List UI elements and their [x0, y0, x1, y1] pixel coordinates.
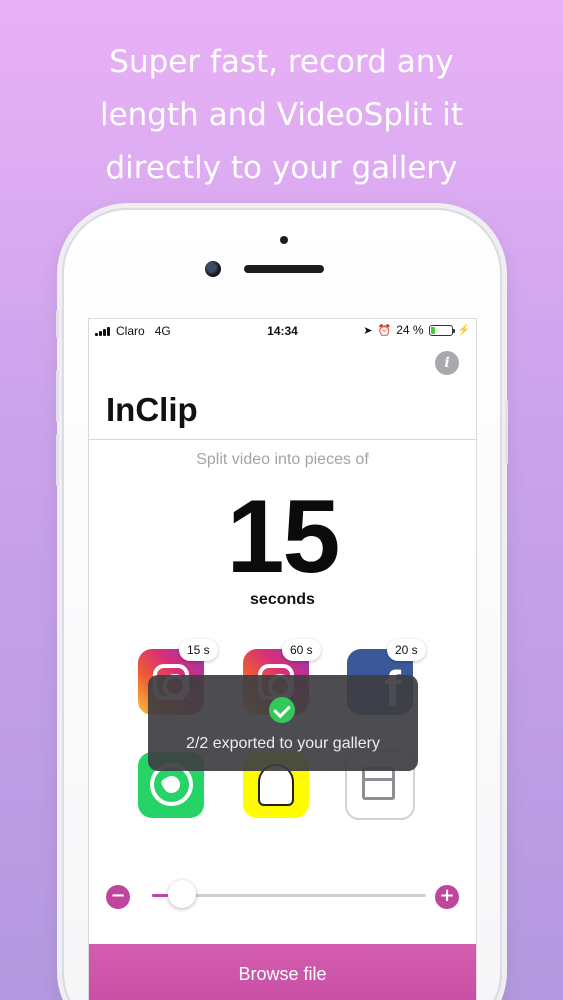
decrease-button[interactable]: − — [106, 885, 130, 909]
phone-power-button — [505, 400, 508, 464]
location-arrow-icon: ➤ — [363, 324, 373, 337]
status-right: ➤ ⏰ 24 % ⚡ — [363, 323, 470, 337]
front-camera-icon — [205, 261, 221, 277]
browse-file-button[interactable]: Browse file — [89, 944, 476, 1000]
toast-message: 2/2 exported to your gallery — [186, 735, 380, 752]
slider-fill — [152, 894, 169, 897]
duration-slider-thumb[interactable] — [168, 880, 197, 908]
duration-badge: 15 s — [179, 639, 218, 661]
duration-unit: seconds — [250, 591, 315, 608]
duration-badge: 20 s — [387, 639, 426, 661]
battery-icon — [428, 324, 455, 336]
duration-value: 15 — [226, 479, 341, 595]
alarm-clock-icon: ⏰ — [377, 324, 392, 337]
checkmark-icon — [269, 697, 295, 723]
charging-bolt-icon: ⚡ — [457, 324, 470, 336]
promo-headline: Super fast, record any length and VideoS… — [99, 44, 464, 186]
status-bar: Claro 4G 14:34 ➤ ⏰ 24 % ⚡ — [89, 319, 476, 341]
app-screen: Claro 4G 14:34 ➤ ⏰ 24 % ⚡ i InClip Split… — [88, 318, 477, 1000]
phone-side-button — [56, 310, 59, 338]
earpiece-speaker — [244, 265, 324, 273]
export-toast: 2/2 exported to your gallery — [148, 675, 418, 771]
duration-badge: 60 s — [282, 639, 321, 661]
phone-volume-up — [56, 370, 59, 422]
split-subtitle: Split video into pieces of — [196, 451, 369, 468]
phone-volume-down — [56, 434, 59, 486]
app-title: InClip — [106, 391, 198, 428]
info-icon[interactable]: i — [435, 351, 459, 375]
proximity-sensor — [280, 236, 288, 244]
battery-percent: 24 % — [396, 323, 424, 337]
header-divider — [89, 439, 476, 440]
increase-button[interactable]: + — [435, 885, 459, 909]
